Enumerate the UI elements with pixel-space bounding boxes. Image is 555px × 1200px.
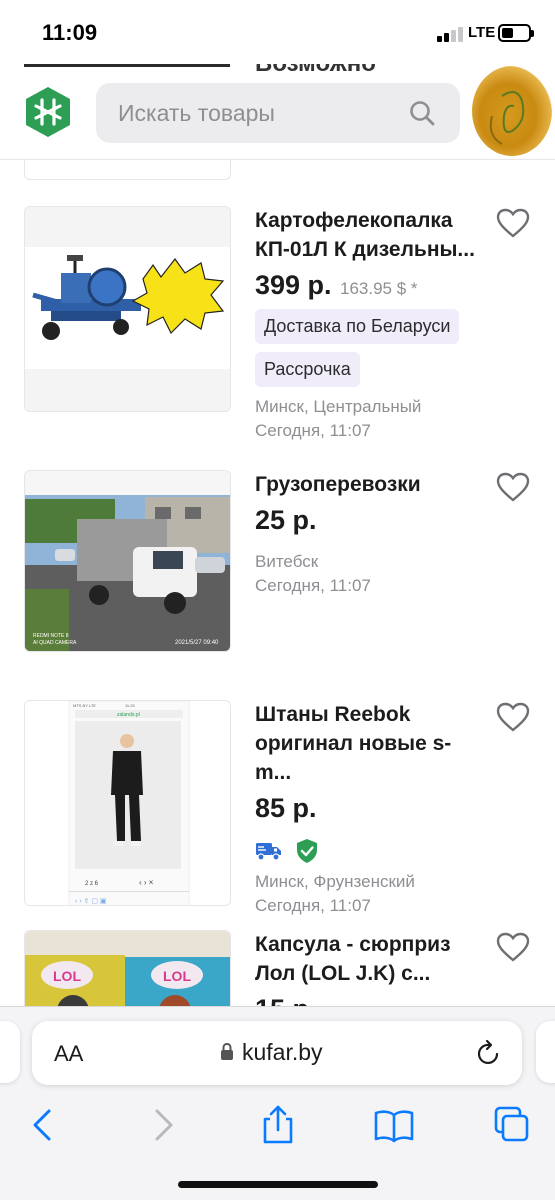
price-row: 25 р.	[255, 505, 487, 536]
listing-info: Капсула - сюрприз Лол (LOL J.K) с... 15 …	[255, 930, 487, 1006]
scrolled-section-title: Возможно	[255, 64, 376, 78]
reebok-pants-screenshot-image: MTS BY LTE 11:25 zalando.pl 2 z 6 ‹ › × …	[25, 701, 230, 905]
photo-timestamp: 2021/5/27 09:40	[175, 640, 219, 646]
battery-level	[502, 28, 513, 38]
listing-title[interactable]: Грузоперевозки	[255, 470, 487, 499]
bookmarks-icon[interactable]	[372, 1105, 416, 1145]
listing-thumbnail[interactable]: REDMI NOTE 8 AI QUAD CAMERA 2021/5/27 09…	[24, 470, 231, 652]
tag-installment: Рассрочка	[255, 352, 360, 387]
avatar[interactable]	[472, 66, 552, 156]
listing-thumbnail[interactable]: MTS BY LTE 11:25 zalando.pl 2 z 6 ‹ › × …	[24, 700, 231, 906]
share-icon[interactable]	[256, 1105, 300, 1145]
shot-status: MTS BY LTE	[73, 703, 96, 708]
lock-icon	[221, 1042, 233, 1060]
listing-price: 25 р.	[255, 505, 317, 535]
status-time: 11:09	[42, 20, 98, 45]
reload-icon[interactable]	[476, 1039, 502, 1067]
listing-time: Сегодня, 11:07	[255, 576, 371, 595]
previous-tab-peek[interactable]	[0, 1021, 20, 1083]
scrolled-divider	[24, 64, 230, 67]
shot-url: zalando.pl	[117, 712, 140, 718]
url-text: kufar.by	[242, 1039, 323, 1065]
favorite-heart-icon[interactable]	[496, 932, 530, 962]
tag-delivery: Доставка по Беларуси	[255, 309, 460, 344]
price-row: 15 р.	[255, 994, 487, 1006]
listing-title[interactable]: Капсула - сюрприз Лол (LOL J.K) с...	[255, 930, 487, 988]
url-display[interactable]: kufar.by	[220, 1039, 323, 1066]
svg-text:‹ › ×: ‹ › ×	[139, 878, 154, 887]
address-bar[interactable]: AA kufar.by	[32, 1021, 522, 1085]
price-row: 399 р. 163.95 $ *	[255, 270, 487, 301]
home-indicator	[178, 1181, 378, 1188]
listing-price: 85 р.	[255, 793, 317, 823]
listing-info: Картофелекопалка КП-01Л К дизельны... 39…	[255, 206, 487, 443]
listing-price: 399 р.	[255, 270, 332, 300]
browser-toolbar: AA kufar.by	[0, 1006, 555, 1200]
svg-text:LOL: LOL	[163, 968, 191, 984]
lol-surprise-image: LOL LOL	[25, 931, 230, 1006]
listing-thumbnail[interactable]	[24, 206, 231, 412]
network-label: LTE	[468, 24, 496, 41]
photo-watermark-line2: AI QUAD CAMERA	[33, 640, 77, 646]
cargo-van-image: REDMI NOTE 8 AI QUAD CAMERA 2021/5/27 09…	[25, 471, 230, 651]
previous-card-edge	[24, 160, 231, 180]
search-bar[interactable]	[96, 83, 460, 143]
listing-location: Минск, Центральный	[255, 397, 422, 416]
listing-feed[interactable]: Картофелекопалка КП-01Л К дизельны... 39…	[0, 160, 555, 1006]
tabs-icon[interactable]	[490, 1105, 534, 1145]
shot-pages: 2 z 6	[85, 881, 99, 887]
favorite-heart-icon[interactable]	[496, 208, 530, 238]
listing-info: Грузоперевозки 25 р. Витебск Сегодня, 11…	[255, 470, 487, 598]
listing-info: Штаны Reebok оригинал новые s-m... 85 р.	[255, 700, 487, 918]
listing-thumbnail[interactable]: LOL LOL	[24, 930, 231, 1006]
forward-icon[interactable]	[140, 1105, 184, 1145]
kufar-logo-icon[interactable]	[24, 86, 72, 138]
price-row: 85 р.	[255, 793, 487, 824]
status-bar: 11:09 LTE	[0, 0, 555, 64]
search-input[interactable]	[118, 97, 398, 129]
listing-title[interactable]: Картофелекопалка КП-01Л К дизельны...	[255, 206, 487, 264]
shield-check-icon	[297, 839, 318, 863]
back-icon[interactable]	[22, 1105, 66, 1145]
favorite-heart-icon[interactable]	[496, 472, 530, 502]
listing-location: Витебск	[255, 552, 319, 571]
listing-time: Сегодня, 11:07	[255, 896, 371, 915]
photo-watermark: REDMI NOTE 8	[33, 633, 69, 639]
favorite-heart-icon[interactable]	[496, 702, 530, 732]
site-header: Возможно	[0, 64, 555, 160]
shot-time: 11:25	[125, 703, 135, 708]
search-icon[interactable]	[408, 99, 436, 127]
svg-text:LOL: LOL	[53, 968, 81, 984]
svg-text:‹ › ⇪ ▢ ▣: ‹ › ⇪ ▢ ▣	[75, 897, 107, 905]
text-size-button[interactable]: AA	[54, 1041, 83, 1067]
listing-badges	[255, 838, 487, 864]
next-tab-peek[interactable]	[536, 1021, 555, 1083]
battery-icon	[498, 24, 534, 42]
potato-digger-image	[25, 207, 230, 411]
avatar-scribble-image	[489, 91, 525, 145]
signal-icon	[437, 26, 465, 42]
listing-time: Сегодня, 11:07	[255, 421, 371, 440]
listing-title[interactable]: Штаны Reebok оригинал новые s-m...	[255, 700, 487, 787]
listing-price: 15 р.	[255, 994, 317, 1006]
listing-location: Минск, Фрунзенский	[255, 872, 415, 891]
listing-price-usd: 163.95 $ *	[340, 279, 418, 298]
truck-delivery-icon	[256, 843, 281, 861]
